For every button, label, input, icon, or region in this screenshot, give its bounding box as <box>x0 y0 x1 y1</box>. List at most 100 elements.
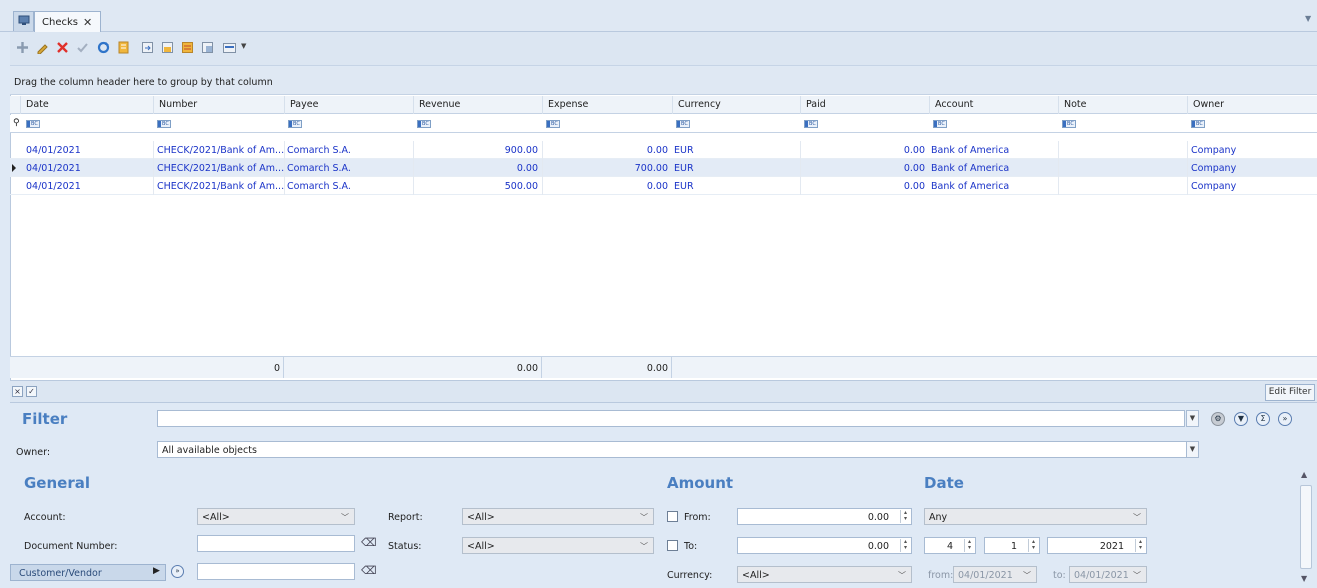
scroll-down-icon[interactable]: ▼ <box>1301 574 1307 583</box>
funnel-icon[interactable]: ▼ <box>1234 412 1248 426</box>
cell-date: 04/01/2021 <box>26 163 81 174</box>
cell-expense: 0.00 <box>646 145 668 156</box>
column-header-currency[interactable]: Currency <box>672 96 800 114</box>
column-header-payee[interactable]: Payee <box>284 96 413 114</box>
filter-cell-currency[interactable]: BC <box>676 120 690 128</box>
customer-vendor-input[interactable] <box>197 563 355 580</box>
filter-cell-owner[interactable]: BC <box>1191 120 1205 128</box>
spinner-icon[interactable]: ▴ ▾ <box>900 539 910 552</box>
chevron-down-icon: ﹀ <box>341 513 349 522</box>
date-to-input[interactable]: 04/01/2021 ﹀ <box>1069 566 1147 583</box>
group-panel: Drag the column header here to group by … <box>10 67 1317 95</box>
document-icon[interactable] <box>116 40 130 54</box>
column-header-date[interactable]: Date <box>20 96 153 114</box>
import-icon[interactable] <box>160 40 174 54</box>
expand-chevron-icon[interactable]: » <box>171 565 184 578</box>
column-header-note[interactable]: Note <box>1058 96 1187 114</box>
edit-filter-button[interactable]: Edit Filter <box>1265 384 1315 401</box>
column-header-expense[interactable]: Expense <box>542 96 672 114</box>
scroll-up-icon[interactable]: ▲ <box>1301 470 1307 479</box>
clear-filter-button[interactable]: × <box>12 386 23 397</box>
date-day-input[interactable]: 1 ▴ ▾ <box>984 537 1040 554</box>
vertical-scrollbar[interactable]: ▲ ▼ <box>1298 470 1314 586</box>
account-value: <All> <box>202 512 230 523</box>
filter-cell-paid[interactable]: BC <box>804 120 818 128</box>
chevron-down-icon[interactable]: ▼ <box>241 42 246 50</box>
date-from-input[interactable]: 04/01/2021 ﹀ <box>953 566 1037 583</box>
report-select[interactable]: <All> ﹀ <box>462 508 654 525</box>
sum-icon[interactable]: Σ <box>1256 412 1270 426</box>
filter-cell-payee[interactable]: BC <box>288 120 302 128</box>
filter-cell-note[interactable]: BC <box>1062 120 1076 128</box>
filter-cell-account[interactable]: BC <box>933 120 947 128</box>
spinner-icon[interactable]: ▴ ▾ <box>1028 539 1038 552</box>
chevron-down-icon[interactable]: ▼ <box>1305 14 1311 23</box>
refresh-icon[interactable] <box>96 40 110 54</box>
table-row[interactable]: 04/01/2021 CHECK/2021/Bank of Am... Coma… <box>10 141 1317 159</box>
chevron-down-icon: ﹀ <box>1133 513 1141 522</box>
collapse-chevron-icon[interactable]: » <box>1278 412 1292 426</box>
play-icon[interactable]: ▶ <box>153 566 160 576</box>
date-month-input[interactable]: 4 ▴ ▾ <box>924 537 976 554</box>
column-header-revenue[interactable]: Revenue <box>413 96 542 114</box>
filter-dropdown-button[interactable]: ▼ <box>1186 410 1199 427</box>
date-to-label: to: <box>1053 570 1066 581</box>
spinner-icon[interactable]: ▴ ▾ <box>900 510 910 523</box>
filter-cell-revenue[interactable]: BC <box>417 120 431 128</box>
owner-value: All available objects <box>162 445 257 456</box>
amount-from-checkbox[interactable] <box>667 511 678 522</box>
spinner-icon[interactable]: ▴ ▾ <box>964 539 974 552</box>
date-range-select[interactable]: Any ﹀ <box>924 508 1147 525</box>
document-number-label: Document Number: <box>24 541 118 552</box>
column-header-owner[interactable]: Owner <box>1187 96 1317 114</box>
filter-cell-date[interactable]: BC <box>26 120 40 128</box>
cell-paid: 0.00 <box>903 181 925 192</box>
filter-cell-number[interactable]: BC <box>157 120 171 128</box>
filter-cell-expense[interactable]: BC <box>546 120 560 128</box>
cell-date: 04/01/2021 <box>26 181 81 192</box>
close-icon[interactable]: ✕ <box>83 16 92 29</box>
layout-icon[interactable] <box>222 40 236 54</box>
delete-icon[interactable] <box>55 40 69 54</box>
column-header-paid[interactable]: Paid <box>800 96 929 114</box>
eraser-icon[interactable]: ⌫ <box>361 536 377 549</box>
table-row[interactable]: 04/01/2021 CHECK/2021/Bank of Am... Coma… <box>10 177 1317 195</box>
settings-gear-icon[interactable]: ⚙ <box>1211 412 1225 426</box>
report-icon[interactable] <box>200 40 214 54</box>
cell-payee: Comarch S.A. <box>287 163 351 174</box>
amount-from-label: From: <box>684 512 711 523</box>
spinner-icon[interactable]: ▴ ▾ <box>1135 539 1145 552</box>
eraser-icon[interactable]: ⌫ <box>361 564 377 577</box>
enable-filter-checkbox[interactable]: ✓ <box>26 386 37 397</box>
check-icon[interactable] <box>75 40 89 54</box>
add-icon[interactable] <box>15 40 29 54</box>
date-year-input[interactable]: 2021 ▴ ▾ <box>1047 537 1147 554</box>
owner-select[interactable]: All available objects <box>157 441 1199 458</box>
tab-checks[interactable]: Checks ✕ <box>34 11 101 32</box>
cell-revenue: 500.00 <box>504 181 538 192</box>
column-header-number[interactable]: Number <box>153 96 284 114</box>
tab-checks-label: Checks <box>42 16 78 28</box>
account-select[interactable]: <All> ﹀ <box>197 508 355 525</box>
customer-vendor-button[interactable]: Customer/Vendor <box>10 564 166 581</box>
scroll-thumb[interactable] <box>1300 485 1312 569</box>
column-header-account[interactable]: Account <box>929 96 1058 114</box>
filter-bar: × ✓ Edit Filter <box>10 380 1317 402</box>
owner-dropdown-button[interactable]: ▼ <box>1186 441 1199 458</box>
amount-to-checkbox[interactable] <box>667 540 678 551</box>
tab-strip <box>0 0 1317 32</box>
filter-input[interactable] <box>157 410 1185 427</box>
document-number-input[interactable] <box>197 535 355 552</box>
edit-icon[interactable] <box>35 40 49 54</box>
tab-home[interactable] <box>13 11 34 31</box>
table-row[interactable]: 04/01/2021 CHECK/2021/Bank of Am... Coma… <box>10 159 1317 177</box>
print-icon[interactable] <box>180 40 194 54</box>
amount-to-input[interactable]: 0.00 ▴ ▾ <box>737 537 912 554</box>
cell-currency: EUR <box>674 181 694 192</box>
currency-select[interactable]: <All> ﹀ <box>737 566 912 583</box>
status-select[interactable]: <All> ﹀ <box>462 537 654 554</box>
footer-count: 0 <box>153 357 284 378</box>
currency-label: Currency: <box>667 570 713 581</box>
export-icon[interactable] <box>140 40 154 54</box>
amount-from-input[interactable]: 0.00 ▴ ▾ <box>737 508 912 525</box>
